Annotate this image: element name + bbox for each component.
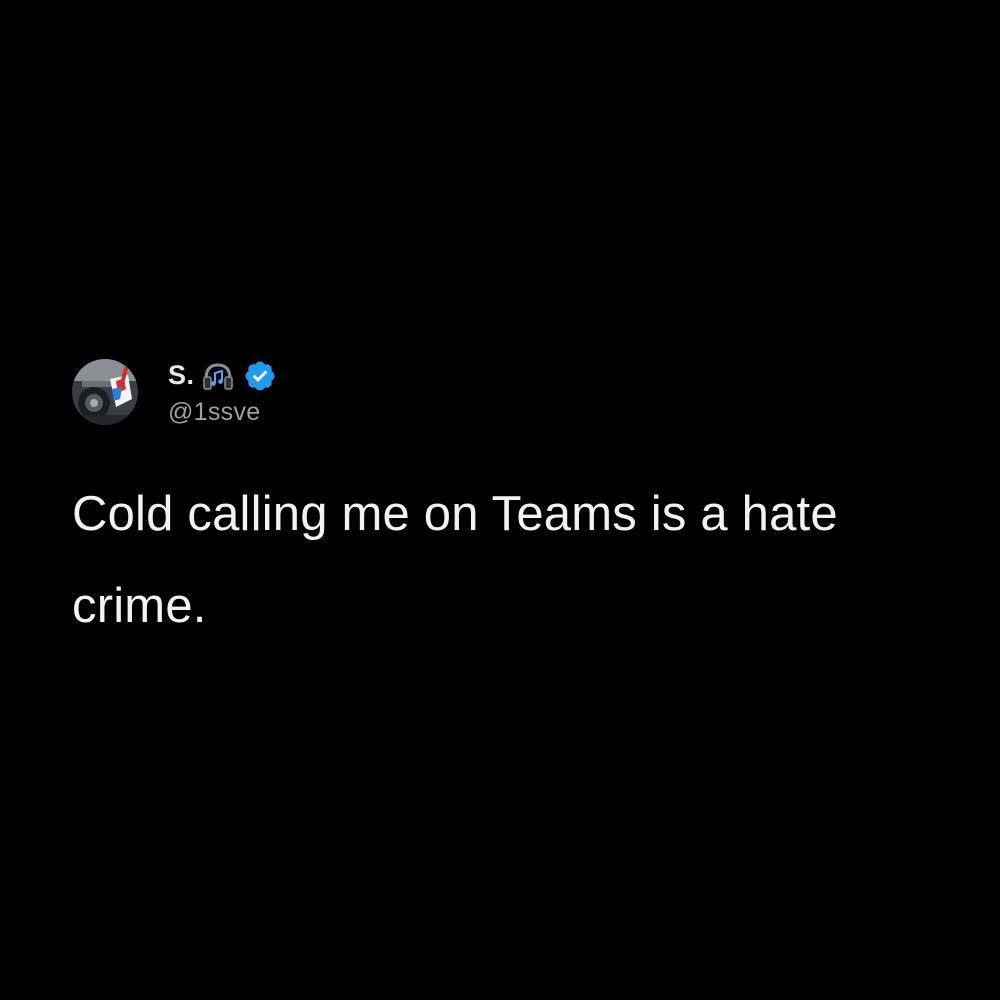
- name-row: S.: [168, 358, 277, 394]
- author-block: S. @1ssve: [168, 358, 277, 427]
- tweet-card: S. @1ssve Cold calling me on Teams is a …: [72, 352, 932, 652]
- tweet-text: Cold calling me on Teams is a hate crime…: [72, 487, 838, 633]
- verified-badge-icon: [243, 359, 277, 393]
- author-handle[interactable]: @1ssve: [168, 398, 277, 427]
- headphones-music-icon: [201, 359, 235, 393]
- tweet-header: S. @1ssve: [72, 352, 932, 432]
- avatar[interactable]: [72, 359, 138, 425]
- display-name[interactable]: S.: [168, 360, 195, 391]
- avatar-image: [72, 359, 138, 425]
